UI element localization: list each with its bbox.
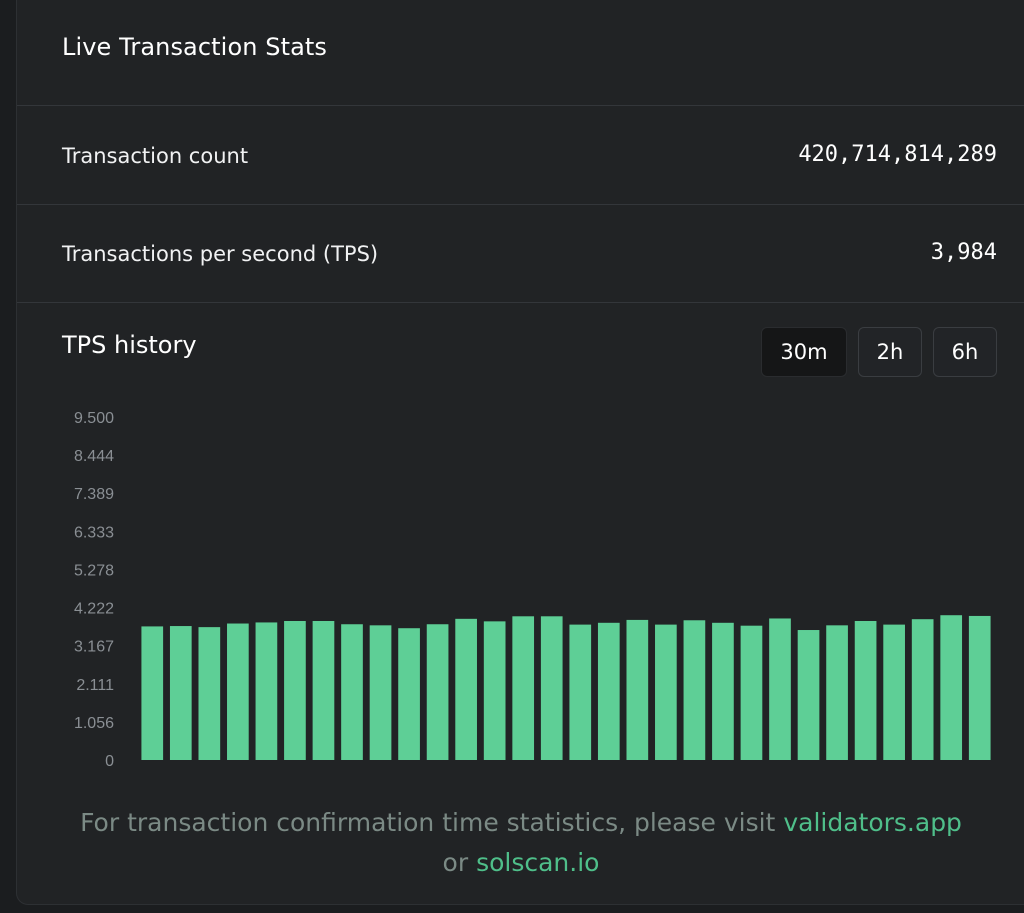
tps-history-title: TPS history: [62, 331, 197, 359]
solscan-link[interactable]: solscan.io: [476, 848, 599, 877]
y-tick-label: 5.278: [74, 562, 114, 579]
tps-bar[interactable]: [626, 619, 649, 760]
tps-bar[interactable]: [883, 624, 905, 760]
tps-label: Transactions per second (TPS): [62, 242, 379, 266]
transaction-count-value: 420,714,814,289: [798, 142, 997, 167]
y-tick-label: 6.333: [74, 524, 114, 541]
card-title: Live Transaction Stats: [62, 33, 328, 61]
tps-bar[interactable]: [769, 618, 791, 760]
tps-bar[interactable]: [797, 630, 820, 760]
tps-bar[interactable]: [569, 624, 592, 760]
range-30m-button[interactable]: 30m: [761, 327, 847, 377]
y-tick-label: 1.056: [74, 715, 114, 732]
tps-bar[interactable]: [341, 624, 363, 760]
y-tick-label: 0: [105, 753, 114, 770]
tps-bar[interactable]: [940, 615, 963, 760]
tps-bar[interactable]: [655, 624, 677, 760]
transaction-count-label: Transaction count: [62, 144, 249, 168]
transaction-stats-card: Live Transaction Stats Transaction count…: [16, 0, 1024, 905]
footer-text: For transaction confirmation time statis…: [80, 808, 776, 837]
tps-bar[interactable]: [198, 627, 221, 760]
y-tick-label: 3.167: [74, 639, 114, 656]
tps-bar[interactable]: [141, 626, 164, 760]
tps-bar[interactable]: [712, 622, 734, 760]
validators-app-link[interactable]: validators.app: [783, 808, 962, 837]
tps-bar[interactable]: [255, 622, 278, 760]
y-tick-label: 2.111: [76, 677, 114, 694]
tps-bar[interactable]: [740, 625, 763, 760]
y-tick-label: 7.389: [74, 486, 114, 503]
tps-bar[interactable]: [854, 620, 877, 760]
tps-bar[interactable]: [398, 628, 420, 760]
footer-or-text: or: [442, 848, 469, 877]
tps-bar[interactable]: [597, 622, 620, 760]
tps-bar[interactable]: [284, 620, 306, 760]
y-tick-label: 4.222: [74, 601, 114, 618]
tps-bar[interactable]: [968, 615, 991, 760]
tps-history-chart: 0 1.056 2.111 3.167 4.222 5.278 6.333 7.389 8.44…: [74, 410, 991, 770]
tps-bar[interactable]: [512, 616, 535, 760]
y-tick-label: 9.500: [74, 410, 114, 427]
tps-bar[interactable]: [227, 623, 249, 760]
tps-bar[interactable]: [540, 616, 563, 760]
tps-bar[interactable]: [683, 620, 706, 760]
tps-bar[interactable]: [369, 625, 392, 760]
tps-bar[interactable]: [455, 618, 477, 760]
tps-row: Transactions per second (TPS) 3,984: [17, 204, 1024, 303]
tps-bar[interactable]: [483, 621, 506, 760]
footer-note: For transaction confirmation time statis…: [17, 803, 1024, 883]
tps-value: 3,984: [930, 240, 997, 265]
transaction-count-row: Transaction count 420,714,814,289: [17, 106, 1024, 205]
card-header: Live Transaction Stats: [17, 0, 1024, 106]
range-2h-button[interactable]: 2h: [858, 327, 922, 377]
tps-bar[interactable]: [911, 619, 934, 760]
tps-bar[interactable]: [312, 620, 335, 760]
tps-bar[interactable]: [826, 625, 848, 760]
tps-bar[interactable]: [169, 626, 192, 760]
y-tick-label: 8.444: [74, 448, 114, 465]
tps-bar[interactable]: [426, 624, 449, 760]
range-6h-button[interactable]: 6h: [933, 327, 997, 377]
